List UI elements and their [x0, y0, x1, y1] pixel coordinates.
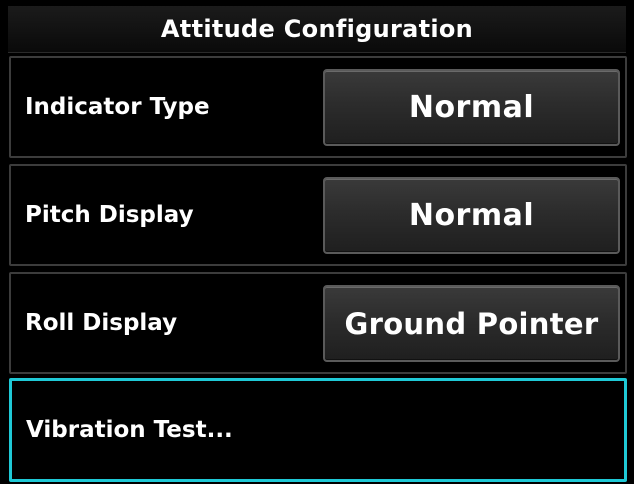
indicator-type-label: Indicator Type	[25, 94, 210, 120]
pitch-display-row: Pitch Display Normal	[9, 164, 627, 266]
pitch-display-button[interactable]: Normal	[323, 177, 620, 254]
page-title: Attitude Configuration	[8, 6, 626, 53]
roll-display-label: Roll Display	[25, 310, 178, 336]
indicator-type-row: Indicator Type Normal	[9, 56, 627, 158]
page-title-text: Attitude Configuration	[160, 15, 474, 43]
roll-display-button[interactable]: Ground Pointer	[323, 285, 620, 362]
vibration-test-label: Vibration Test...	[26, 417, 233, 443]
indicator-type-button[interactable]: Normal	[323, 69, 620, 146]
roll-display-row: Roll Display Ground Pointer	[9, 272, 627, 374]
pitch-display-label: Pitch Display	[25, 202, 194, 228]
vibration-test-item[interactable]: Vibration Test...	[9, 378, 627, 482]
attitude-configuration-screen: Attitude Configuration Indicator Type No…	[0, 0, 634, 484]
